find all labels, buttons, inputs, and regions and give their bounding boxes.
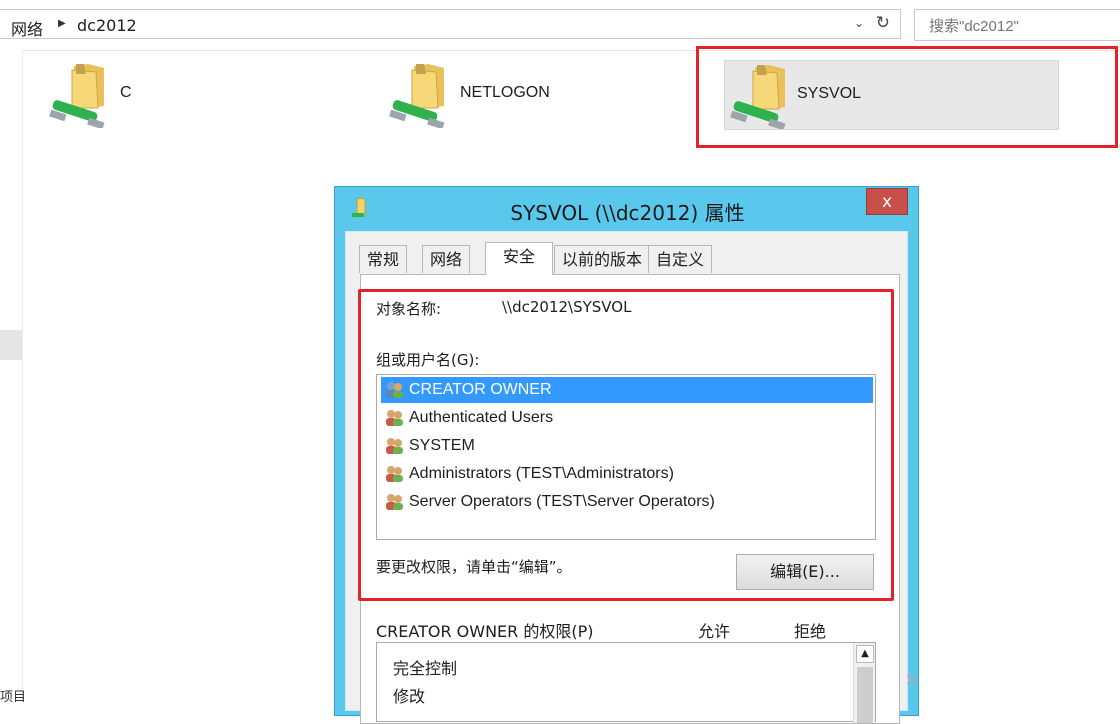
user-name: Server Operators (TEST\Server Operators)	[409, 493, 715, 510]
tab-general[interactable]: 常规	[359, 245, 408, 273]
user-group-icon	[386, 466, 403, 482]
annotation-highlight-box	[696, 46, 1118, 148]
user-group-icon	[386, 382, 403, 398]
explorer-address-bar: 网络 ▶ dc2012 ⌄ ↻	[0, 0, 1120, 51]
refresh-icon[interactable]: ↻	[876, 13, 890, 33]
shared-folder-icon	[389, 64, 445, 128]
watermark-text: 女	[906, 672, 919, 686]
object-name-label: 对象名称:	[376, 300, 442, 318]
scroll-up-icon[interactable]: ▲	[856, 645, 874, 663]
dialog-title: SYSVOL (\\dc2012) 属性	[510, 201, 745, 225]
scrollbar-thumb[interactable]	[857, 667, 873, 723]
breadcrumb-arrow-icon[interactable]: ▶	[58, 18, 66, 29]
list-item-server-operators[interactable]: Server Operators (TEST\Server Operators)	[381, 489, 873, 515]
list-item-administrators[interactable]: Administrators (TEST\Administrators)	[381, 461, 873, 487]
share-label: NETLOGON	[460, 84, 550, 101]
address-box[interactable]: 网络 ▶ dc2012 ⌄ ↻	[0, 9, 901, 39]
deny-column-header: 拒绝	[794, 622, 827, 641]
navigation-pane-selected-item[interactable]	[0, 330, 22, 360]
breadcrumb-dc2012[interactable]: dc2012	[77, 16, 137, 35]
close-button[interactable]: x	[866, 188, 908, 215]
permission-full-control: 完全控制	[393, 659, 458, 678]
permission-modify: 修改	[393, 687, 426, 706]
user-group-icon	[386, 410, 403, 426]
share-label: C	[120, 84, 132, 101]
user-name: CREATOR OWNER	[409, 381, 552, 398]
search-input[interactable]	[927, 11, 1111, 41]
user-name: Administrators (TEST\Administrators)	[409, 465, 674, 482]
permissions-listbox[interactable]: 完全控制 修改 ▲	[376, 642, 876, 723]
user-name: SYSTEM	[409, 437, 475, 454]
user-group-icon	[386, 494, 403, 510]
edit-button[interactable]: 编辑(E)...	[736, 554, 874, 590]
user-name: Authenticated Users	[409, 409, 554, 426]
navigation-pane[interactable]	[0, 50, 23, 700]
user-group-icon	[386, 438, 403, 454]
shared-folder-icon	[49, 64, 105, 128]
list-item-creator-owner[interactable]: CREATOR OWNER	[381, 377, 873, 403]
users-listbox[interactable]: CREATOR OWNER Authenticated Users SYSTEM…	[376, 374, 876, 540]
object-name-value: \\dc2012\SYSVOL	[502, 298, 632, 316]
address-dropdown-icon[interactable]: ⌄	[854, 16, 864, 30]
scrollbar[interactable]: ▲	[853, 643, 875, 723]
edit-hint-text: 要更改权限，请单击“编辑”。	[376, 558, 572, 576]
tab-customize[interactable]: 自定义	[648, 245, 713, 273]
groups-label: 组或用户名(G):	[376, 351, 480, 369]
allow-column-header: 允许	[698, 622, 731, 641]
status-items-text: 项目	[0, 690, 27, 705]
list-item-system[interactable]: SYSTEM	[381, 433, 873, 459]
share-item-c[interactable]: C	[48, 60, 248, 130]
share-item-netlogon[interactable]: NETLOGON	[388, 60, 638, 130]
tab-security[interactable]: 安全	[485, 242, 553, 275]
search-box[interactable]	[914, 9, 1120, 41]
permissions-label: CREATOR OWNER 的权限(P)	[376, 622, 594, 641]
tab-network[interactable]: 网络	[422, 245, 471, 273]
tab-previous-versions[interactable]: 以前的版本	[554, 245, 651, 273]
list-item-authenticated-users[interactable]: Authenticated Users	[381, 405, 873, 431]
breadcrumb-network[interactable]: 网络	[11, 16, 43, 40]
